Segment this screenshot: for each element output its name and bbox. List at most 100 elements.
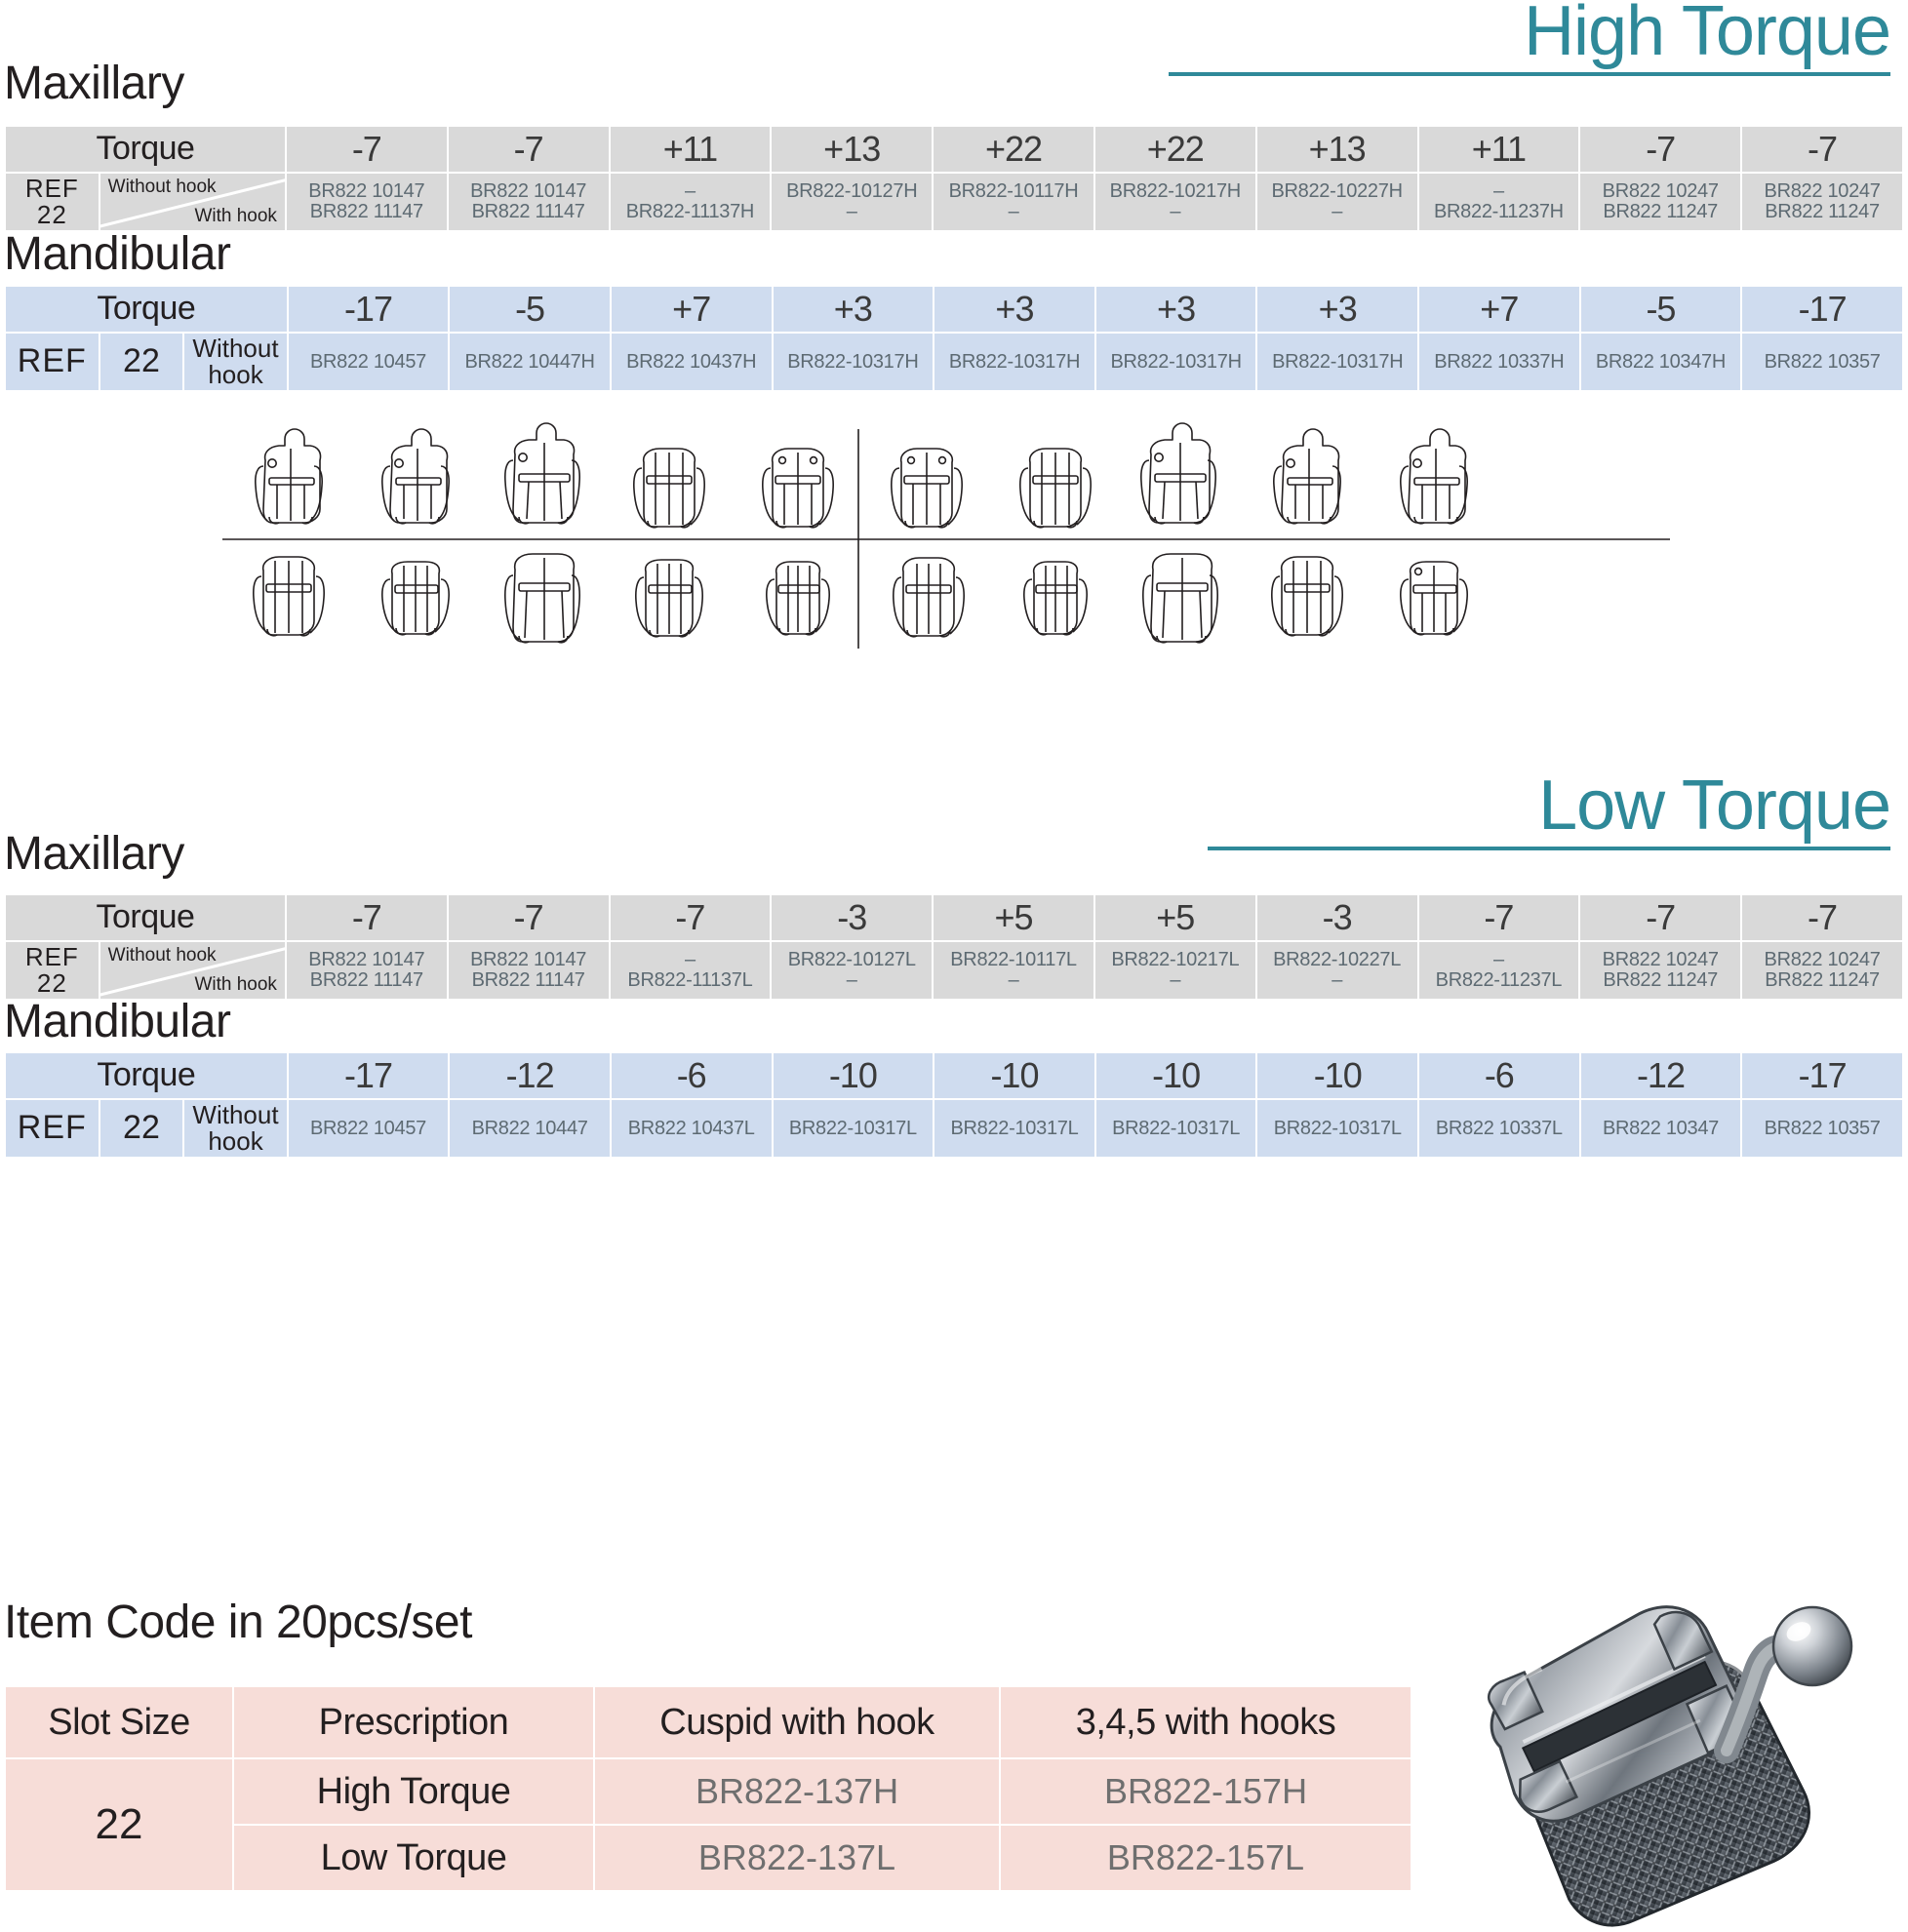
high-torque-heading: High Torque [1169, 0, 1891, 76]
torque-value: -7 [610, 895, 771, 940]
torque-value: -12 [450, 1053, 610, 1098]
torque-row-label: Torque [6, 287, 287, 332]
table-row-codes: REF 22 Without hook BR822 10457 BR822 10… [6, 1100, 1902, 1157]
torque-value: +3 [1095, 287, 1256, 332]
bracket-lower-8 [1142, 553, 1218, 644]
hook-ball-icon [1771, 1605, 1853, 1687]
bracket-upper-9 [1273, 428, 1341, 525]
bracket-lower-5 [766, 561, 830, 636]
bracket-illustration-chart [222, 422, 1670, 649]
code-with-hook: BR822-11137L [627, 969, 753, 991]
torque-value: +3 [773, 287, 934, 332]
bracket-upper-3 [504, 422, 580, 525]
torque-value: -5 [450, 287, 610, 332]
slot-size-value: 22 [6, 1759, 232, 1890]
ref-size: 22 [99, 1100, 183, 1157]
with-hook-label: With hook [194, 974, 277, 996]
code-with-hook: – [846, 201, 857, 222]
bracket-upper-8 [1140, 422, 1216, 525]
torque-value: -17 [288, 1053, 449, 1098]
torque-value: -7 [286, 127, 447, 172]
torque-value: +3 [934, 287, 1094, 332]
torque-value: -6 [611, 1053, 772, 1098]
header-prescription: Prescription [234, 1687, 593, 1757]
code-cell: BR822 10447H [450, 334, 610, 390]
code-cell: BR822 10247 BR822 11247 [1580, 174, 1741, 230]
bracket-upper-1 [255, 428, 323, 525]
torque-row-label: Torque [6, 895, 285, 940]
cuspid-code: BR822-137H [595, 1759, 999, 1824]
code-cell: BR822-10217H – [1094, 174, 1255, 230]
code-cell: BR822 10247 BR822 11247 [1580, 942, 1741, 999]
bracket-lower-7 [1023, 561, 1088, 636]
code-cell: BR822 10337L [1419, 1100, 1579, 1157]
torque-value: -10 [1257, 1053, 1418, 1098]
code-with-hook: BR822 11247 [1603, 201, 1718, 222]
code-without-hook: – [685, 949, 696, 970]
code-cell: BR822 10347H [1580, 334, 1741, 390]
code-cell: BR822-10217L – [1094, 942, 1255, 999]
code-cell: BR822-10127H – [772, 174, 933, 230]
code-cell: BR822 10247 BR822 11247 [1742, 942, 1902, 999]
ref-label: REF [6, 334, 99, 390]
high-torque-heading-text: High Torque [1524, 0, 1891, 70]
ref-cell: REF 22 [6, 942, 99, 999]
code-cell: BR822 10337H [1419, 334, 1579, 390]
bracket-upper-2 [381, 428, 450, 525]
code-cell: – BR822-11137L [610, 942, 771, 999]
code-without-hook: – [685, 180, 696, 202]
code-cell: BR822 10437H [611, 334, 772, 390]
345-code: BR822-157H [1001, 1759, 1411, 1824]
code-cell: – BR822-11237L [1418, 942, 1579, 999]
code-cell: BR822-10317H [1095, 334, 1256, 390]
header-slot-size: Slot Size [6, 1687, 232, 1757]
maxillary-low-torque-table: Torque -7 -7 -7 -3 +5 +5 -3 -7 -7 -7 REF… [4, 893, 1904, 1001]
bracket-lower-1 [253, 556, 325, 637]
torque-value: +7 [611, 287, 772, 332]
code-cell: BR822 10147 BR822 11147 [286, 174, 447, 230]
code-with-hook: – [846, 969, 857, 991]
without-hook-label: Without hook [184, 334, 287, 390]
ref-label: REF [24, 173, 79, 203]
torque-value: -17 [288, 287, 449, 332]
code-without-hook: BR822 10147 [308, 180, 425, 202]
code-with-hook: BR822-11237H [1434, 201, 1564, 222]
without-hook-label: Without hook [184, 1100, 287, 1157]
bracket-product-photo [1488, 1605, 1853, 1927]
table-row: 22 High Torque BR822-137H BR822-157H [6, 1759, 1411, 1890]
item-code-title: Item Code in 20pcs/set [4, 1597, 472, 1648]
low-torque-underline [1208, 847, 1890, 850]
code-cell: BR822-10317H [773, 334, 934, 390]
low-torque-heading: Low Torque [1208, 770, 1891, 850]
torque-value: -7 [1580, 895, 1741, 940]
without-hook-label: Without hook [107, 945, 217, 966]
bracket-upper-7 [1019, 448, 1092, 529]
code-with-hook: – [1170, 201, 1181, 222]
code-with-hook: – [1332, 969, 1343, 991]
torque-value: -12 [1580, 1053, 1741, 1098]
code-without-hook: BR822-10127L [787, 949, 916, 970]
torque-value: +11 [1418, 127, 1579, 172]
torque-value: -10 [1095, 1053, 1256, 1098]
code-without-hook: – [1492, 180, 1504, 202]
torque-value: +13 [772, 127, 933, 172]
code-cell: BR822-10317L [1257, 1100, 1418, 1157]
code-with-hook: – [1008, 969, 1019, 991]
code-cell: – BR822-11137H [610, 174, 771, 230]
table-row-header: Slot Size Prescription Cuspid with hook … [6, 1687, 1411, 1757]
table-row-torque: Torque -17 -12 -6 -10 -10 -10 -10 -6 -12… [6, 1053, 1902, 1098]
code-with-hook: – [1170, 969, 1181, 991]
code-cell: BR822-10227L – [1256, 942, 1417, 999]
torque-value: -6 [1419, 1053, 1579, 1098]
table-row-torque: Torque -7 -7 -7 -3 +5 +5 -3 -7 -7 -7 [6, 895, 1902, 940]
code-without-hook: BR822-10127H [786, 180, 918, 202]
torque-value: -3 [772, 895, 933, 940]
without-hook-label: Without hook [107, 177, 217, 197]
mandibular-high-torque-table: Torque -17 -5 +7 +3 +3 +3 +3 +7 -5 -17 R… [4, 285, 1904, 392]
bracket-lower-9 [1271, 556, 1343, 637]
torque-value: -7 [286, 895, 447, 940]
hook-split-header: Without hook With hook [99, 942, 285, 999]
bracket-upper-10 [1400, 428, 1468, 525]
torque-value: +5 [934, 895, 1093, 940]
bracket-lower-6 [893, 557, 965, 638]
